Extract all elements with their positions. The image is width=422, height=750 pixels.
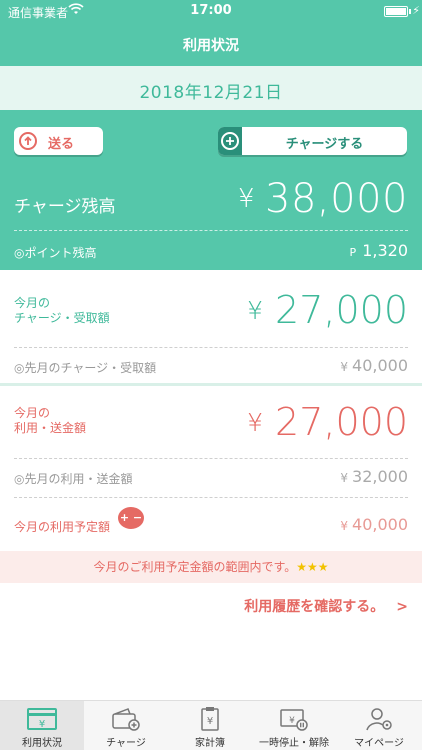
tab-usage-status[interactable]: ¥ 利用状況 — [0, 701, 84, 750]
points-amount: P 1,320 — [350, 241, 408, 260]
usage-month-value: 27,000 — [275, 400, 408, 444]
charge-month-label-line1: 今月の — [14, 296, 51, 310]
history-link-label: 利用履歴を確認する。 — [244, 599, 385, 615]
status-time: 17:00 — [190, 3, 232, 18]
charge-month-value: 27,000 — [275, 288, 408, 332]
usage-month-label: 今月の 利用・送金額 — [14, 406, 86, 436]
user-gear-icon — [336, 706, 422, 732]
arrow-up-icon — [19, 132, 37, 150]
history-link[interactable]: 利用履歴を確認する。 > — [244, 596, 408, 616]
balance-panel: 送る チャージする チャージ残高 ¥38,000 ◎ポイント残高 P 1,320 — [0, 110, 422, 270]
budget-notice-text: 今月のご利用予定金額の範囲内です。 — [93, 560, 297, 574]
yen-card-icon: ¥ — [0, 706, 84, 732]
current-date: 2018年12月21日 — [139, 83, 283, 103]
svg-text:¥: ¥ — [207, 716, 213, 727]
battery-tip — [409, 9, 411, 14]
charge-month-section: 今月の チャージ・受取額 ¥27,000 ◎先月のチャージ・受取額 ¥40,00… — [0, 270, 422, 385]
tab-usage-status-label: 利用状況 — [22, 738, 62, 749]
rating-stars: ★★★ — [296, 560, 329, 574]
wallet-plus-icon — [84, 706, 168, 732]
svg-text:¥: ¥ — [289, 716, 295, 726]
navigation-bar: 利用状況 — [0, 22, 422, 66]
tab-bar: ¥ 利用状況 チャージ ¥ 家計簿 ¥ 一時停止・解除 マイページ — [0, 700, 422, 750]
usage-prev-value: 32,000 — [352, 467, 408, 486]
usage-month-section: 今月の 利用・送金額 ¥27,000 ◎先月の利用・送金額 ¥32,000 今月… — [0, 386, 422, 551]
planned-amount: ¥40,000 — [340, 515, 408, 534]
usage-month-divider — [14, 458, 408, 459]
charge-month-label-line2: チャージ・受取額 — [14, 311, 110, 325]
usage-month-amount: ¥27,000 — [247, 400, 408, 444]
balance-amount: ¥38,000 — [238, 176, 408, 222]
status-bar: 通信事業者 17:00 ⚡ — [0, 0, 422, 22]
balance-value: 38,000 — [265, 176, 408, 222]
charge-prev-amount: ¥40,000 — [340, 356, 408, 375]
usage-prev-divider — [14, 497, 408, 498]
svg-text:¥: ¥ — [39, 719, 45, 730]
points-label: ◎ポイント残高 — [14, 246, 97, 260]
charge-icon-block — [218, 127, 242, 155]
points-prefix: P — [349, 246, 357, 259]
tab-suspend[interactable]: ¥ 一時停止・解除 — [252, 701, 336, 750]
tab-my-page-label: マイページ — [354, 738, 404, 749]
date-band: 2018年12月21日 — [0, 66, 422, 110]
charging-icon: ⚡ — [412, 4, 420, 17]
edit-planned-button[interactable]: + − — [118, 507, 144, 529]
usage-prev-label: ◎先月の利用・送金額 — [14, 472, 133, 486]
chevron-right-icon: > — [396, 599, 408, 615]
budget-notice: 今月のご利用予定金額の範囲内です。★★★ — [0, 551, 422, 583]
charge-month-divider — [14, 347, 408, 348]
balance-divider — [14, 230, 408, 231]
tab-suspend-label: 一時停止・解除 — [259, 738, 329, 749]
tab-charge-label: チャージ — [106, 738, 146, 749]
charge-prev-currency: ¥ — [340, 360, 349, 374]
charge-month-currency: ¥ — [247, 296, 264, 325]
planned-label: 今月の利用予定額 — [14, 520, 111, 534]
usage-prev-amount: ¥32,000 — [340, 467, 408, 486]
battery-icon — [384, 6, 408, 17]
charge-month-label: 今月の チャージ・受取額 — [14, 296, 110, 326]
usage-month-label-line2: 利用・送金額 — [14, 421, 87, 435]
usage-month-label-line1: 今月の — [14, 406, 51, 420]
balance-label: チャージ残高 — [14, 197, 116, 217]
charge-button[interactable]: チャージする — [218, 127, 407, 155]
usage-month-currency: ¥ — [247, 408, 264, 437]
planned-value: 40,000 — [352, 515, 408, 534]
tab-household-book[interactable]: ¥ 家計簿 — [168, 701, 252, 750]
send-button-label: 送る — [48, 137, 75, 152]
clipboard-yen-icon: ¥ — [168, 706, 252, 732]
charge-month-amount: ¥27,000 — [247, 288, 408, 332]
planned-currency: ¥ — [340, 519, 349, 533]
usage-prev-currency: ¥ — [340, 471, 349, 485]
balance-currency: ¥ — [237, 184, 256, 214]
tab-household-book-label: 家計簿 — [195, 738, 225, 749]
charge-button-label: チャージする — [285, 137, 364, 152]
card-pause-icon: ¥ — [252, 706, 336, 732]
page-title: 利用状況 — [183, 38, 239, 54]
tab-my-page[interactable]: マイページ — [336, 701, 422, 750]
send-button[interactable]: 送る — [14, 127, 103, 155]
plus-icon — [221, 132, 239, 150]
charge-prev-value: 40,000 — [352, 356, 408, 375]
charge-prev-label: ◎先月のチャージ・受取額 — [14, 361, 157, 375]
tab-charge[interactable]: チャージ — [84, 701, 168, 750]
points-value: 1,320 — [362, 241, 408, 260]
